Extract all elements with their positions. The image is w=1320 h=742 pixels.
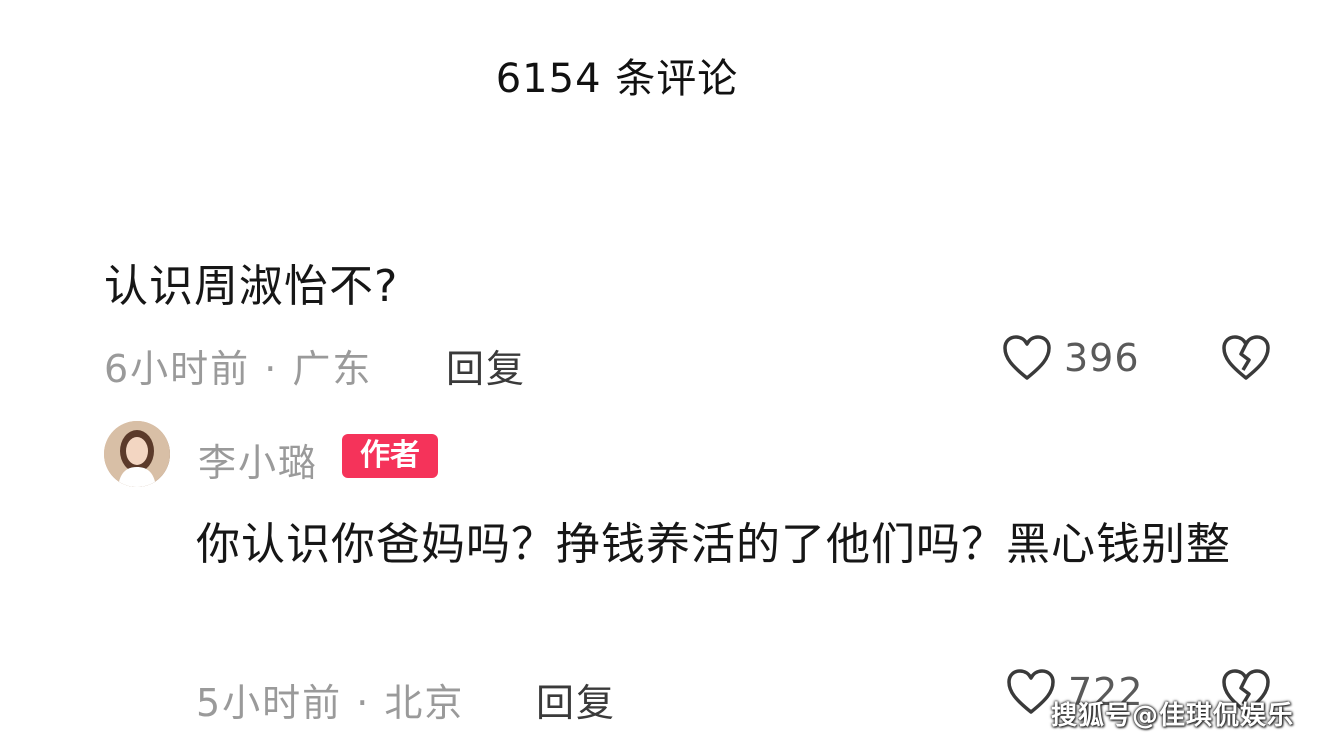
comment-like-button[interactable]: 396 — [1002, 334, 1140, 382]
heart-outline-icon — [1002, 334, 1052, 382]
avatar[interactable] — [104, 421, 170, 487]
comment-reply-button[interactable]: 回复 — [446, 338, 526, 393]
reply-reply-button[interactable]: 回复 — [536, 672, 616, 727]
reply-text: 你认识你爸妈吗？挣钱养活的了他们吗？黑心钱别整 — [196, 519, 1231, 570]
comment-dislike-button[interactable] — [1221, 334, 1271, 386]
comment-meta: 6小时前 · 广东 — [104, 347, 373, 391]
author-badge: 作者 — [342, 434, 438, 478]
comment-like-count: 396 — [1064, 336, 1140, 380]
heart-outline-icon — [1006, 668, 1056, 716]
reply-meta: 5小时前 · 北京 — [196, 681, 465, 725]
comment-text: 认识周淑怡不? — [104, 261, 399, 312]
comments-header-title: 6154 条评论 — [495, 56, 739, 102]
broken-heart-icon — [1221, 335, 1271, 386]
reply-username[interactable]: 李小璐 — [198, 432, 318, 487]
watermark: 搜狐号@佳琪侃娱乐 — [1050, 701, 1294, 731]
